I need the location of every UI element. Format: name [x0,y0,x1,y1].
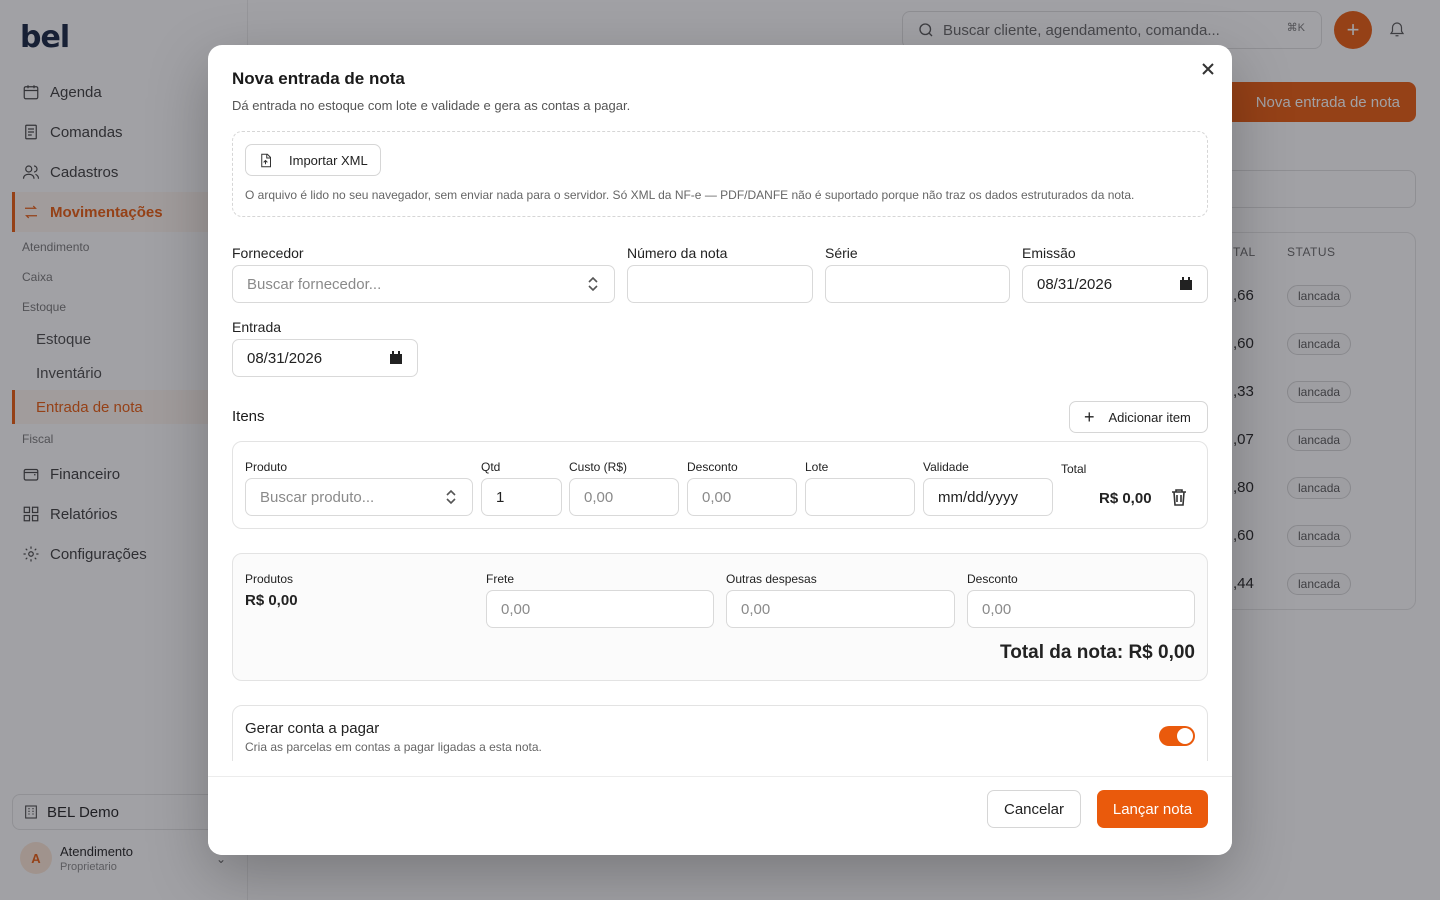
fornecedor-label: Fornecedor [232,245,304,261]
produtos-label: Produtos [245,572,294,586]
validade-date-input[interactable]: mm/dd/yyyy [923,478,1053,516]
produto-label: Produto [245,460,288,474]
entrada-label: Entrada [232,319,282,335]
fornecedor-placeholder: Buscar fornecedor... [247,275,382,293]
chevron-updown-icon [444,489,458,509]
entrada-value: 08/31/2026 [247,349,323,367]
xml-import-note: O arquivo é lido no seu navegador, sem e… [245,188,1135,202]
total-desconto-label: Desconto [967,572,1018,586]
toggle-knob [1177,728,1193,744]
import-xml-label: Importar XML [289,152,368,168]
qtd-label: Qtd [481,460,501,474]
entrada-date-input[interactable]: 08/31/2026 [232,339,418,377]
modal-body[interactable]: Nova entrada de nota Dá entrada no estoq… [208,45,1232,761]
items-section-title: Itens [232,408,265,425]
plus-icon: + [1084,407,1095,427]
generate-payable-title: Gerar conta a pagar [245,720,380,737]
item-total-label: Total [1061,462,1087,476]
modal-subtitle: Dá entrada no estoque com lote e validad… [232,98,631,113]
calendar-icon[interactable] [1179,277,1193,291]
generate-payable-toggle[interactable] [1159,726,1195,746]
emissao-label: Emissão [1022,245,1076,261]
calendar-icon[interactable] [389,351,403,365]
fornecedor-select[interactable]: Buscar fornecedor... [232,265,615,303]
produto-select[interactable]: Buscar produto... [245,478,473,516]
generate-payable-panel: Gerar conta a pagar Cria as parcelas em … [232,705,1208,761]
item-desconto-input[interactable]: 0,00 [687,478,797,516]
import-xml-button[interactable]: Importar XML [245,144,381,176]
modal-footer: Cancelar Lançar nota [208,776,1232,855]
outras-despesas-input[interactable]: 0,00 [726,590,955,628]
serie-input[interactable] [825,265,1010,303]
desconto-label: Desconto [687,460,738,474]
xml-import-dropzone[interactable]: Importar XML O arquivo é lido no seu nav… [232,131,1208,217]
custo-input[interactable]: 0,00 [569,478,679,516]
custo-label: Custo (R$) [569,460,628,474]
validade-label: Validade [923,460,969,474]
item-row: Produto Buscar produto... Qtd 1 Custo (R… [232,441,1208,529]
serie-label: Série [825,245,858,261]
total-desconto-input[interactable]: 0,00 [967,590,1195,628]
submit-button[interactable]: Lançar nota [1097,790,1208,828]
new-invoice-entry-modal: Nova entrada de nota Dá entrada no estoq… [208,45,1232,855]
numero-nota-input[interactable] [627,265,813,303]
qtd-input[interactable]: 1 [481,478,562,516]
frete-label: Frete [486,572,515,586]
trash-icon[interactable] [1171,488,1187,511]
lote-label: Lote [805,460,829,474]
modal-title: Nova entrada de nota [232,69,405,88]
item-total-value: R$ 0,00 [1099,490,1152,507]
file-upload-icon [261,153,271,167]
emissao-value: 08/31/2026 [1037,275,1113,293]
add-item-button[interactable]: + Adicionar item [1069,401,1208,433]
numero-nota-label: Número da nota [627,245,728,261]
generate-payable-description: Cria as parcelas em contas a pagar ligad… [245,740,542,754]
lote-input[interactable] [805,478,915,516]
chevron-updown-icon [586,276,600,296]
total-da-nota: Total da nota: R$ 0,00 [1000,642,1195,663]
emissao-date-input[interactable]: 08/31/2026 [1022,265,1208,303]
frete-input[interactable]: 0,00 [486,590,714,628]
totals-panel: Produtos R$ 0,00 Frete 0,00 Outras despe… [232,553,1208,681]
add-item-label: Adicionar item [1108,409,1191,425]
produtos-value: R$ 0,00 [245,592,298,609]
produto-placeholder: Buscar produto... [260,488,375,506]
outras-despesas-label: Outras despesas [726,572,817,586]
close-icon[interactable] [1200,61,1216,77]
cancel-button[interactable]: Cancelar [987,790,1081,828]
